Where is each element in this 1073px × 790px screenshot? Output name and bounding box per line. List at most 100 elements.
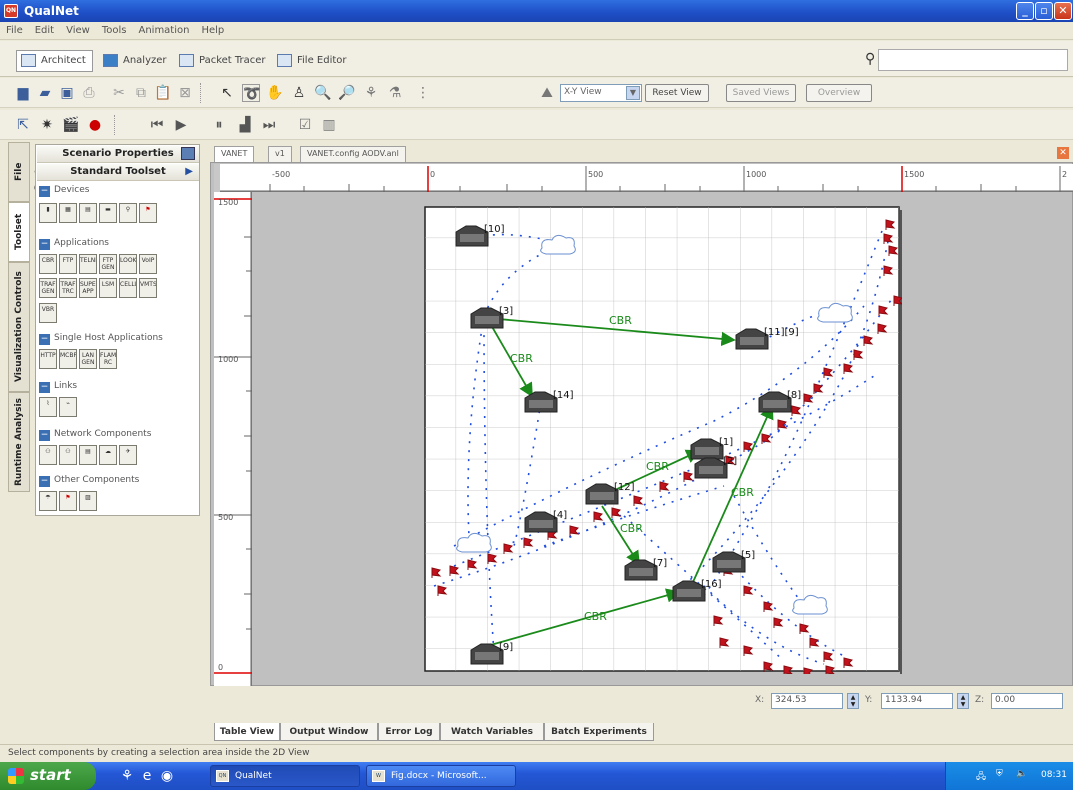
subnet-tool[interactable]: ▤ [79,445,97,465]
doc-tab-config[interactable]: VANET.config AODV.anl [300,146,406,162]
app-telnet[interactable]: TELNET [79,254,97,274]
start-button[interactable]: start [0,762,96,790]
note-tool[interactable]: ▨ [79,491,97,511]
shield-icon[interactable]: ⛨ [996,769,1003,779]
app-cbr[interactable]: CBR [39,254,57,274]
standard-toolset-header[interactable]: Standard Toolset ▶ [37,164,199,181]
taskbar-qualnet[interactable]: QN QualNet [210,765,360,787]
tab-visualization-controls[interactable]: Visualization Controls [8,262,30,392]
menu-tools[interactable]: Tools [96,22,133,36]
flag-tool[interactable]: ⚑ [139,203,157,223]
app-lan-gen[interactable]: LAN GEN [79,349,97,369]
rotate-icon[interactable]: ♙ [290,84,308,102]
print-icon[interactable]: ⎙ [80,84,98,102]
network-icon[interactable]: 🖧 [976,769,986,785]
save-icon[interactable]: ▣ [58,84,76,102]
view-mode-select[interactable]: X-Y View ▼ [560,84,642,102]
section-devices[interactable]: − Devices [39,185,89,199]
grid-icon[interactable]: ⋮ [414,84,432,102]
section-other-components[interactable]: − Other Components [39,475,139,489]
app-voip[interactable]: VoIP [139,254,157,274]
media-icon[interactable]: ◉ [158,767,176,785]
app-traf-trc[interactable]: TRAF TRC [59,278,77,298]
tab-runtime-analysis[interactable]: Runtime Analysis [8,392,30,492]
paste-icon[interactable]: 📋 [154,84,172,102]
copy-icon[interactable]: ⧉ [132,84,150,102]
tab-toolset[interactable]: Toolset [8,202,30,262]
menu-file[interactable]: File [0,22,29,36]
tab-architect[interactable]: Architect [16,50,93,72]
tab-batch-experiments[interactable]: Batch Experiments [544,723,654,741]
taskbar-word[interactable]: W Fig.docx - Microsoft... [366,765,516,787]
menu-view[interactable]: View [60,22,96,36]
volume-icon[interactable]: 🔈 [1016,769,1027,779]
app-mcbr[interactable]: MCBR [59,349,77,369]
menu-help[interactable]: Help [195,22,230,36]
section-single-host[interactable]: − Single Host Applications [39,333,163,347]
x-spinner-icon[interactable]: ▲ ▼ [847,693,859,709]
settings-gear-icon[interactable]: ✷ [38,116,56,134]
device-tool[interactable]: ▮ [39,203,57,223]
y-coordinate-field[interactable]: 1133.94 [881,693,953,709]
zoom-out-icon[interactable]: 🔎 [338,84,356,102]
zoom-in-icon[interactable]: 🔍 [314,84,332,102]
app-vbr[interactable]: VBR [39,303,57,323]
open-folder-icon[interactable]: ▰ [36,84,54,102]
search-input[interactable]: ⚲ [865,49,1068,71]
play-icon[interactable]: ▶ [172,116,190,134]
z-coordinate-field[interactable]: 0.00 [991,693,1063,709]
stats-icon[interactable]: ▥ [320,116,338,134]
waypoint-flag-tool[interactable]: ⚑ [59,491,77,511]
app-flam-rc[interactable]: FLAM RC [99,349,117,369]
clapper-icon[interactable]: 🎬 [62,116,80,134]
scenario-canvas[interactable]: CBR CBR CBR CBR CBR CBR [10] [3] [11][9] [1… [424,206,902,674]
link-wireless-tool[interactable]: ⌁ [59,397,77,417]
tab-watch-variables[interactable]: Watch Variables [440,723,544,741]
vehicle-tool[interactable]: ▬ [99,203,117,223]
tab-file-editor[interactable]: File Editor [272,50,354,72]
tab-analyzer[interactable]: Analyzer [98,50,174,72]
antenna-tool[interactable]: ⚲ [119,203,137,223]
reset-view-button[interactable]: Reset View [645,84,709,102]
hierarchy-tool[interactable]: ▤ [79,203,97,223]
overview-button[interactable]: Overview [806,84,872,102]
route-icon[interactable]: ⚘ [362,84,380,102]
app-cellular[interactable]: CELLULAR [119,278,137,298]
x-coordinate-field[interactable]: 324.53 [771,693,843,709]
section-applications[interactable]: − Applications [39,238,109,252]
tab-table-view[interactable]: Table View [214,723,280,741]
globe-icon[interactable] [181,147,195,160]
hub-tool[interactable]: ⚇ [39,445,57,465]
delete-icon[interactable]: ⊠ [176,84,194,102]
pointer-icon[interactable]: ↖ [218,84,236,102]
switch-tool[interactable]: ⚇ [59,445,77,465]
doc-tab-vanet[interactable]: VANET [214,146,255,162]
tab-error-log[interactable]: Error Log [378,723,440,741]
skip-back-icon[interactable]: ⏮ [148,116,166,134]
menu-edit[interactable]: Edit [29,22,60,36]
app-traf-gen[interactable]: TRAF GEN [39,278,57,298]
doc-tab-v1[interactable]: v1 [268,146,292,162]
terrain-icon[interactable]: ⛰ [538,84,556,102]
import-icon[interactable]: ⇱ [14,116,32,134]
device-group-tool[interactable]: ▦ [59,203,77,223]
link-wired-tool[interactable]: ⌇ [39,397,57,417]
app-lookup[interactable]: LOOKUP [119,254,137,274]
close-button[interactable]: ✕ [1054,2,1072,20]
cloud-tool[interactable]: ☁ [99,445,117,465]
browser-icon[interactable]: e [138,767,156,785]
close-tab-icon[interactable]: ✕ [1057,147,1069,159]
step-icon[interactable]: ▟ [236,116,254,134]
pause-icon[interactable]: ⏸ [210,116,228,134]
app-super-app[interactable]: SUPER APP [79,278,97,298]
section-network-components[interactable]: − Network Components [39,429,151,443]
minimize-button[interactable]: _ [1016,2,1034,20]
cut-icon[interactable]: ✂ [110,84,128,102]
measure-icon[interactable]: ⚗ [386,84,404,102]
menu-animation[interactable]: Animation [132,22,195,36]
pan-hand-icon[interactable]: ✋ [266,84,284,102]
maximize-button[interactable]: ▫ [1035,2,1053,20]
chart-icon[interactable]: ☑ [296,116,314,134]
y-spinner-icon[interactable]: ▲ ▼ [957,693,969,709]
app-ftp[interactable]: FTP [59,254,77,274]
